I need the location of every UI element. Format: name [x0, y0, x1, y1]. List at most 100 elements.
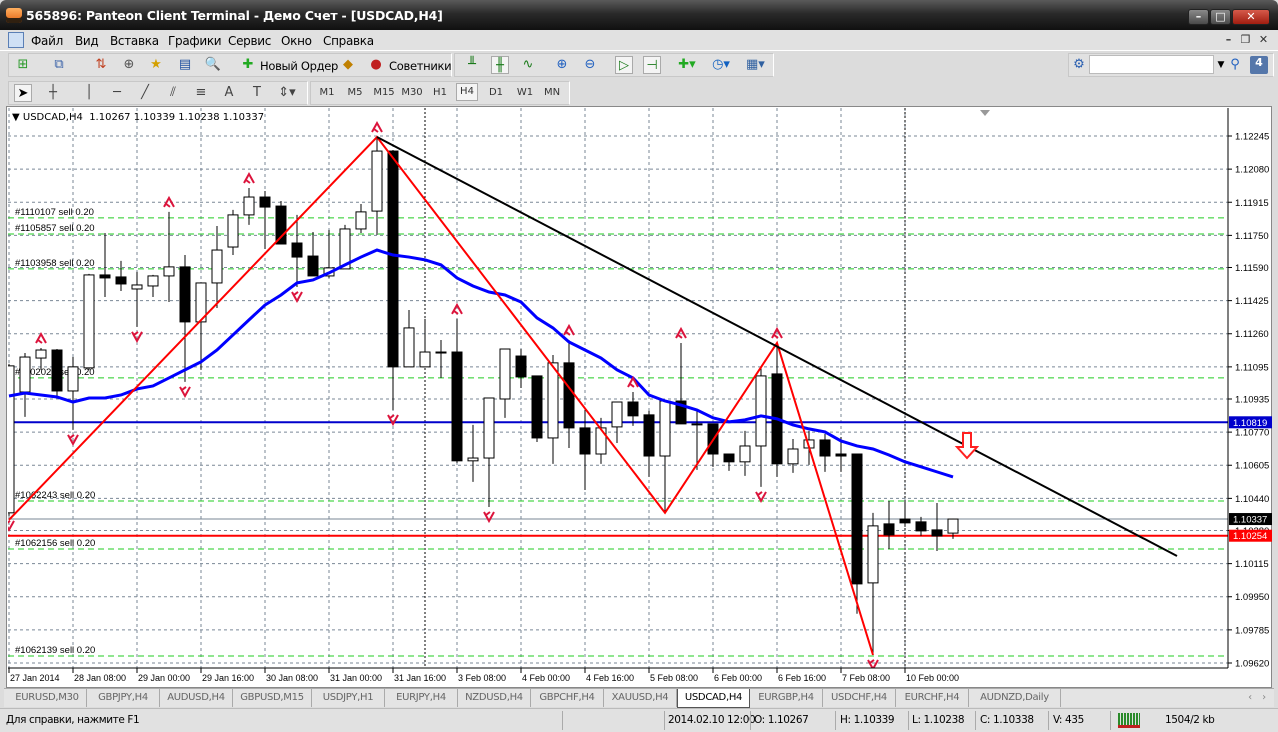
candle-bear — [451, 351, 463, 462]
tab-eurchf-h4[interactable]: EURCHF,H4 — [896, 689, 969, 707]
price-tick-label: 1.11260 — [1235, 329, 1269, 340]
candle-bear — [883, 523, 895, 536]
candle-bear — [515, 355, 527, 378]
price-tick-label: 1.10115 — [1235, 559, 1269, 570]
candle-bear — [291, 242, 303, 258]
time-tick-label: 10 Feb 00:00 — [906, 673, 959, 683]
status-low: L: 1.10238 — [912, 714, 965, 726]
fractal-up-icon — [35, 331, 47, 344]
tabs-scroll-left-button[interactable]: ‹ — [1244, 689, 1256, 707]
tab-audnzd-daily[interactable]: AUDNZD,Daily — [969, 689, 1061, 707]
fractal-up-icon — [163, 195, 175, 208]
candle-bull — [211, 249, 223, 284]
status-help: Для справки, нажмите F1 — [6, 714, 140, 726]
fractal-down-icon — [179, 386, 191, 398]
time-tick-label: 29 Jan 00:00 — [138, 673, 190, 683]
candle-bull — [83, 274, 95, 369]
candle-bear — [931, 529, 943, 537]
order-label: #1105857 sell 0.20 — [15, 223, 95, 234]
candle-bull — [659, 400, 671, 457]
price-tick-label: 1.11095 — [1235, 362, 1269, 373]
tab-eurjpy-h4[interactable]: EURJPY,H4 — [385, 689, 458, 707]
tabs-scroll-right-button[interactable]: › — [1258, 689, 1270, 707]
tab-eurusd-m30[interactable]: EURUSD,M30 — [8, 689, 87, 707]
order-label: #1062243 sell 0.20 — [15, 490, 95, 501]
candle-bull — [131, 284, 143, 290]
time-tick-label: 7 Feb 08:00 — [842, 673, 890, 683]
time-tick-label: 3 Feb 08:00 — [458, 673, 506, 683]
tab-gbpusd-m15[interactable]: GBPUSD,M15 — [233, 689, 312, 707]
candle-bear — [627, 401, 639, 417]
price-chart[interactable]: #1110107 sell 0.20 #1105857 sell 0.20 #110… — [0, 0, 1278, 732]
tab-nzdusd-h4[interactable]: NZDUSD,H4 — [458, 689, 531, 707]
time-tick-label: 28 Jan 08:00 — [74, 673, 126, 683]
fractal-up-icon — [627, 375, 639, 388]
fractal-down-icon — [8, 520, 15, 532]
candle-bull — [163, 266, 175, 277]
candle-bull — [755, 375, 767, 447]
plot-area: #1110107 sell 0.20 #1105857 sell 0.20 #110… — [8, 108, 1228, 668]
candle-bull — [403, 327, 415, 368]
price-tick-label: 1.09785 — [1235, 625, 1269, 636]
status-close: C: 1.10338 — [980, 714, 1034, 726]
tab-eurgbp-h4[interactable]: EURGBP,H4 — [750, 689, 823, 707]
candle-bull — [787, 448, 799, 465]
tab-usdchf-h4[interactable]: USDCHF,H4 — [823, 689, 896, 707]
candle-bull — [8, 365, 15, 514]
zigzag-line — [8, 135, 874, 656]
tab-usdcad-h4[interactable]: USDCAD,H4 — [677, 689, 750, 708]
chart-ohlc: 1.10267 1.10339 1.10238 1.10337 — [89, 112, 265, 123]
time-tick-label: 30 Jan 08:00 — [266, 673, 318, 683]
price-tick-label: 1.09950 — [1235, 592, 1269, 603]
time-tick-label: 6 Feb 00:00 — [714, 673, 762, 683]
candle-bear — [99, 274, 111, 279]
candle-bull — [691, 423, 703, 426]
price-tick-label: 1.11590 — [1235, 263, 1269, 274]
price-tick-label: 1.12245 — [1235, 132, 1269, 143]
candle-bear — [819, 439, 831, 457]
tab-xauusd-h4[interactable]: XAUUSD,H4 — [604, 689, 677, 707]
candle-bull — [227, 214, 239, 248]
tab-gbpjpy-h4[interactable]: GBPJPY,H4 — [87, 689, 160, 707]
candle-bear — [851, 453, 863, 585]
bid-price-label: 1.10337 — [1233, 515, 1267, 526]
time-tick-label: 4 Feb 00:00 — [522, 673, 570, 683]
candle-bear — [51, 349, 63, 392]
fractal-up-icon — [243, 171, 255, 184]
candle-bear — [179, 266, 191, 323]
tab-audusd-h4[interactable]: AUDUSD,H4 — [160, 689, 233, 707]
time-tick-label: 31 Jan 16:00 — [394, 673, 446, 683]
status-open: O: 1.10267 — [754, 714, 809, 726]
chart-menu-triangle-icon[interactable]: ▼ — [12, 112, 23, 123]
price-tick-label: 1.10440 — [1235, 494, 1269, 505]
chart-shift-marker-icon — [980, 110, 990, 116]
candle-bear — [899, 518, 911, 524]
candle-bear — [387, 150, 399, 368]
candle-bull — [419, 351, 431, 368]
sell-signal-arrow-icon — [954, 432, 980, 460]
fractal-up-icon — [371, 120, 383, 133]
connection-bars-icon[interactable] — [1118, 713, 1140, 728]
tab-usdjpy-h1[interactable]: USDJPY,H1 — [312, 689, 385, 707]
candle-bear — [835, 453, 847, 457]
candle-bull — [499, 348, 511, 400]
candle-bear — [115, 276, 127, 285]
order-label: #1110107 sell 0.20 — [15, 207, 94, 218]
tab-gbpchf-h4[interactable]: GBPCHF,H4 — [531, 689, 604, 707]
fractal-up-icon — [563, 323, 575, 336]
candle-bull — [467, 457, 479, 462]
candle-bear — [259, 196, 271, 208]
candle-bull — [67, 366, 79, 392]
status-volume: V: 435 — [1053, 714, 1084, 726]
price-tick-label: 1.09620 — [1235, 658, 1269, 669]
price-tick-label: 1.10770 — [1235, 428, 1269, 439]
candle-bull — [611, 401, 623, 428]
candle-bear — [563, 362, 575, 429]
time-tick-label: 4 Feb 16:00 — [586, 673, 634, 683]
candle-bull — [19, 356, 31, 393]
price-tick-label: 1.10935 — [1235, 394, 1269, 405]
candle-bear — [307, 255, 319, 277]
time-tick-label: 29 Jan 16:00 — [202, 673, 254, 683]
order-label: #1062139 sell 0.20 — [15, 645, 95, 656]
fractal-down-icon — [755, 491, 767, 503]
